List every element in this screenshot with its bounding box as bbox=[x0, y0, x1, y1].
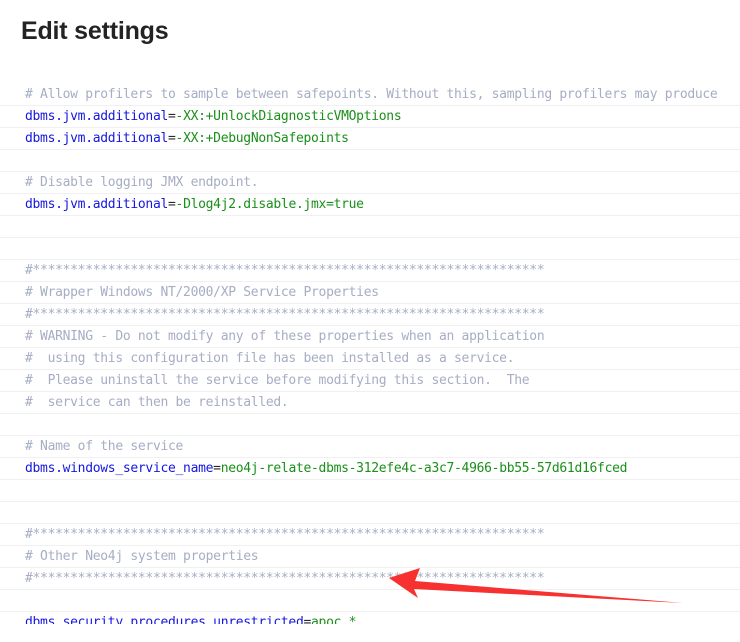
code-line[interactable]: dbms.jvm.additional=-XX:+UnlockDiagnosti… bbox=[0, 106, 740, 128]
code-line[interactable]: # WARNING - Do not modify any of these p… bbox=[0, 326, 740, 348]
comment-text: # Other Neo4j system properties bbox=[25, 549, 259, 564]
equals-sign: = bbox=[168, 131, 176, 146]
code-line[interactable]: # Disable logging JMX endpoint. bbox=[0, 172, 740, 194]
comment-text: #***************************************… bbox=[25, 571, 545, 586]
equals-sign: = bbox=[303, 615, 312, 624]
setting-key: dbms.jvm.additional bbox=[25, 131, 169, 146]
code-line[interactable]: # Name of the service bbox=[0, 436, 740, 458]
code-line[interactable] bbox=[0, 238, 740, 260]
code-line[interactable] bbox=[0, 216, 740, 238]
code-line[interactable] bbox=[0, 590, 740, 612]
code-line[interactable]: # service can then be reinstalled. bbox=[0, 392, 740, 414]
comment-text: # WARNING - Do not modify any of these p… bbox=[25, 329, 545, 344]
equals-sign: = bbox=[168, 197, 176, 212]
code-line[interactable]: # using this configuration file has been… bbox=[0, 348, 740, 370]
comment-text: # Wrapper Windows NT/2000/XP Service Pro… bbox=[25, 285, 379, 300]
code-line[interactable]: # Wrapper Windows NT/2000/XP Service Pro… bbox=[0, 282, 740, 304]
equals-sign: = bbox=[213, 461, 221, 476]
setting-value: -XX:+UnlockDiagnosticVMOptions bbox=[175, 109, 402, 124]
settings-code-editor[interactable]: # Allow profilers to sample between safe… bbox=[0, 84, 740, 624]
code-line[interactable]: #***************************************… bbox=[0, 568, 740, 590]
code-line[interactable]: #***************************************… bbox=[0, 260, 740, 282]
comment-text: # using this configuration file has been… bbox=[25, 351, 515, 366]
code-line[interactable]: #***************************************… bbox=[0, 524, 740, 546]
code-line[interactable]: # Other Neo4j system properties bbox=[0, 546, 740, 568]
code-line[interactable] bbox=[0, 150, 740, 172]
equals-sign: = bbox=[168, 109, 176, 124]
setting-value: apoc.* bbox=[311, 615, 357, 624]
comment-text: #***************************************… bbox=[25, 307, 545, 322]
code-line[interactable] bbox=[0, 414, 740, 436]
comment-text: # Allow profilers to sample between safe… bbox=[25, 87, 718, 102]
setting-value: -Dlog4j2.disable.jmx=true bbox=[175, 197, 364, 212]
setting-key: dbms.jvm.additional bbox=[25, 109, 169, 124]
setting-key: dbms.windows_service_name bbox=[25, 461, 214, 476]
code-line[interactable] bbox=[0, 480, 740, 502]
code-line[interactable]: #***************************************… bbox=[0, 304, 740, 326]
code-line[interactable]: # Allow profilers to sample between safe… bbox=[0, 84, 740, 106]
comment-text: # Name of the service bbox=[25, 439, 184, 454]
code-line[interactable]: # Please uninstall the service before mo… bbox=[0, 370, 740, 392]
comment-text: #***************************************… bbox=[25, 527, 545, 542]
comment-text: #***************************************… bbox=[25, 263, 545, 278]
code-line[interactable]: dbms.jvm.additional=-XX:+DebugNonSafepoi… bbox=[0, 128, 740, 150]
page-title: Edit settings bbox=[21, 17, 169, 45]
code-line[interactable]: dbms.jvm.additional=-Dlog4j2.disable.jmx… bbox=[0, 194, 740, 216]
setting-value: neo4j-relate-dbms-312efe4c-a3c7-4966-bb5… bbox=[220, 461, 628, 476]
code-line[interactable] bbox=[0, 502, 740, 524]
code-line[interactable]: dbms.security.procedures.unrestricted=ap… bbox=[0, 612, 740, 624]
comment-text: # service can then be reinstalled. bbox=[25, 395, 289, 410]
setting-value: -XX:+DebugNonSafepoints bbox=[175, 131, 349, 146]
setting-key: dbms.jvm.additional bbox=[25, 197, 169, 212]
comment-text: # Disable logging JMX endpoint. bbox=[25, 175, 259, 190]
setting-key: dbms.security.procedures.unrestricted bbox=[25, 615, 304, 624]
code-line[interactable]: dbms.windows_service_name=neo4j-relate-d… bbox=[0, 458, 740, 480]
comment-text: # Please uninstall the service before mo… bbox=[25, 373, 530, 388]
